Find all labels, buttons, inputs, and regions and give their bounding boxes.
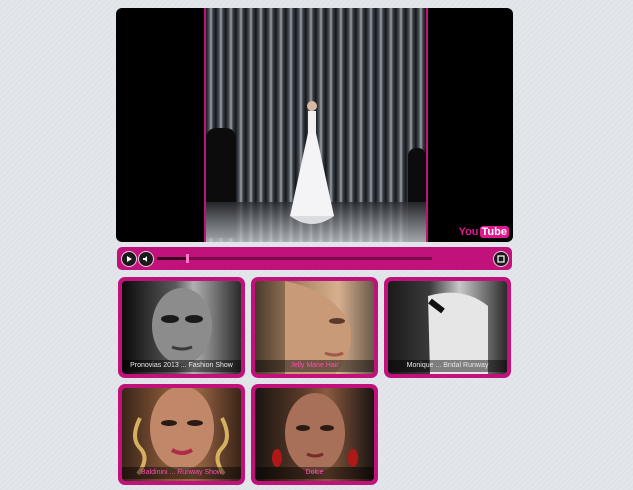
video-frame[interactable]	[204, 8, 428, 242]
thumbnail-caption: Dolce	[255, 467, 374, 479]
thumbnail-caption: Baldinini ... Runway Show	[122, 467, 241, 479]
thumbnail-caption: Pronovias 2013 ... Fashion Show	[122, 360, 241, 372]
play-icon	[127, 256, 132, 262]
video-thumbnail[interactable]: Baldinini ... Runway Show	[118, 384, 245, 485]
video-player[interactable]: You Tube	[116, 8, 513, 242]
video-thumbnail[interactable]: Dolce	[251, 384, 378, 485]
thumbnail-image: Pronovias 2013 ... Fashion Show	[122, 281, 241, 374]
progress-fill	[157, 257, 188, 260]
video-thumbnail[interactable]: Monique ... Bridal Runway	[384, 277, 511, 378]
thumbnail-caption: Monique ... Bridal Runway	[388, 360, 507, 372]
thumbnail-image: Jelly Mane Hair	[255, 281, 374, 374]
video-thumbnail[interactable]: Pronovias 2013 ... Fashion Show	[118, 277, 245, 378]
progress-bar[interactable]	[157, 254, 432, 263]
thumbnail-image: Monique ... Bridal Runway	[388, 281, 507, 374]
progress-handle[interactable]	[186, 254, 190, 263]
youtube-logo[interactable]: You Tube	[459, 226, 509, 238]
thumbnail-caption: Jelly Mane Hair	[255, 360, 374, 372]
volume-button[interactable]	[138, 251, 154, 267]
volume-icon	[143, 256, 147, 262]
thumbnail-image: Baldinini ... Runway Show	[122, 388, 241, 481]
youtube-logo-you: You	[458, 226, 479, 238]
runway-model-figure	[290, 101, 334, 224]
player-controls	[117, 247, 512, 270]
video-thumbnail[interactable]: Jelly Mane Hair	[251, 277, 378, 378]
youtube-logo-tube: Tube	[479, 226, 509, 238]
fullscreen-button[interactable]	[493, 251, 509, 267]
fullscreen-icon	[497, 255, 505, 263]
play-button[interactable]	[121, 251, 137, 267]
thumbnail-image: Dolce	[255, 388, 374, 481]
